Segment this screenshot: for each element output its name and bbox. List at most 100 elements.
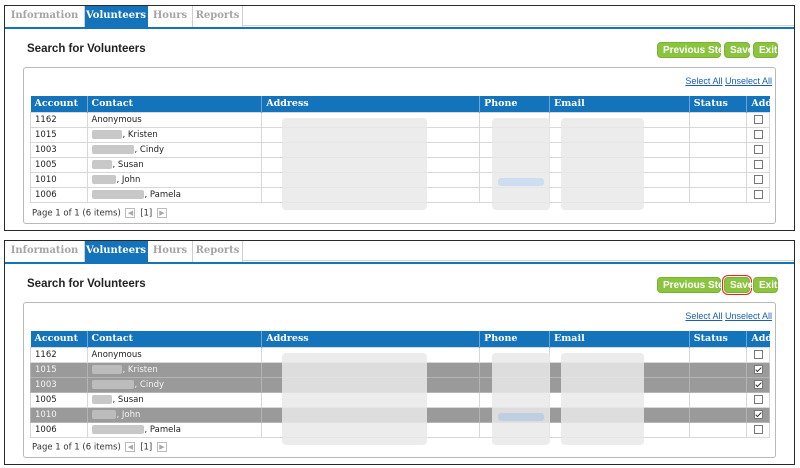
tab-information[interactable]: Information (5, 241, 85, 263)
add-checkbox[interactable] (753, 380, 763, 389)
column-header[interactable]: Contact (86, 96, 262, 112)
add-checkbox[interactable] (753, 410, 763, 419)
tab-spacer (243, 6, 794, 26)
page-content: Search for Volunteers Previous Step Save… (5, 29, 794, 230)
tab-hours[interactable]: Hours (148, 241, 193, 263)
add-checkbox[interactable] (753, 395, 763, 404)
exit-button[interactable]: Exit (753, 277, 778, 293)
column-header[interactable]: Address (261, 96, 480, 112)
chevron-left-icon[interactable]: ◀ (125, 441, 136, 452)
pager-summary: Page 1 of 1 (6 items) (32, 442, 121, 452)
add-checkbox[interactable] (753, 350, 763, 359)
redacted-email-block (561, 353, 644, 445)
column-header[interactable]: Email (549, 331, 690, 347)
status-cell (688, 141, 748, 158)
tab-volunteers[interactable]: Volunteers (85, 241, 148, 263)
add-cell (746, 171, 770, 188)
tab-reports[interactable]: Reports (193, 6, 243, 28)
add-cell (746, 376, 770, 393)
add-checkbox[interactable] (753, 145, 763, 154)
contact-name: , Kristen (122, 364, 158, 375)
pager-current-page[interactable]: [1] (140, 442, 152, 452)
add-cell (746, 391, 770, 408)
volunteer-search-panel: Information Volunteers Hours Reports Sea… (4, 5, 795, 231)
status-cell (688, 156, 748, 173)
status-cell (688, 346, 748, 363)
unselect-all-link[interactable]: Unselect All (725, 76, 772, 86)
contact-name: , Susan (112, 394, 144, 405)
add-cell (746, 141, 770, 158)
exit-button[interactable]: Exit (753, 42, 778, 58)
unselect-all-link[interactable]: Unselect All (725, 311, 772, 321)
column-header[interactable]: Phone (479, 96, 550, 112)
previous-step-button[interactable]: Previous Step (657, 277, 730, 293)
tab-spacer (243, 241, 794, 261)
chevron-left-icon[interactable]: ◀ (125, 207, 136, 218)
add-cell (746, 346, 770, 363)
contact-cell: , Susan (86, 391, 263, 408)
contact-cell: , John (86, 171, 263, 188)
redacted-surname (91, 424, 144, 434)
add-checkbox[interactable] (753, 130, 763, 139)
redacted-phone-block (492, 118, 550, 210)
account-cell: 1162 (30, 346, 88, 363)
column-header[interactable]: Status (688, 331, 747, 347)
tab-hours[interactable]: Hours (148, 6, 193, 28)
contact-name: , Cindy (134, 144, 165, 155)
column-header[interactable]: Account (30, 331, 88, 347)
pager-summary: Page 1 of 1 (6 items) (32, 208, 121, 218)
add-checkbox[interactable] (753, 425, 763, 434)
redacted-surname (91, 379, 134, 389)
redacted-surname (91, 174, 116, 184)
contact-cell: Anonymous (86, 346, 263, 363)
redacted-phone-highlight (498, 413, 544, 421)
account-cell: 1005 (30, 156, 88, 173)
contact-cell: , Susan (86, 156, 263, 173)
select-all-link[interactable]: Select All (685, 311, 722, 321)
tab-reports[interactable]: Reports (193, 241, 243, 263)
contact-name: , Susan (112, 159, 144, 170)
page-title: Search for Volunteers (27, 278, 146, 290)
contact-cell: , John (86, 406, 263, 423)
redacted-surname (91, 364, 122, 374)
redacted-email-block (561, 118, 644, 210)
selection-links: Select All Unselect All (685, 76, 772, 86)
contact-cell: , Kristen (86, 361, 263, 378)
account-cell: 1010 (30, 171, 88, 188)
tab-volunteers[interactable]: Volunteers (85, 6, 148, 28)
add-checkbox[interactable] (753, 175, 763, 184)
pager-current-page[interactable]: [1] (140, 208, 152, 218)
status-cell (688, 391, 748, 408)
add-checkbox[interactable] (753, 190, 763, 199)
status-cell (688, 406, 748, 423)
column-header[interactable]: Add (746, 331, 772, 347)
redacted-surname (91, 144, 134, 154)
redacted-surname (91, 189, 144, 199)
status-cell (688, 421, 748, 438)
chevron-right-icon[interactable]: ▶ (156, 441, 167, 452)
column-header[interactable]: Address (261, 331, 480, 347)
column-header[interactable]: Contact (86, 331, 262, 347)
select-all-link[interactable]: Select All (685, 76, 722, 86)
add-checkbox[interactable] (753, 365, 763, 374)
save-button[interactable]: Save (724, 277, 753, 293)
account-cell: 1005 (30, 391, 88, 408)
account-cell: 1006 (30, 186, 88, 203)
column-header[interactable]: Email (549, 96, 690, 112)
add-cell (746, 186, 770, 203)
pager: Page 1 of 1 (6 items) ◀ [1] ▶ (32, 441, 169, 452)
account-cell: 1015 (30, 126, 88, 143)
volunteer-grid: Select All Unselect All Account Contact Ad… (23, 67, 776, 224)
redacted-address-block (282, 118, 427, 210)
add-cell (746, 111, 770, 128)
chevron-right-icon[interactable]: ▶ (156, 207, 167, 218)
column-header[interactable]: Status (688, 96, 747, 112)
column-header[interactable]: Add (746, 96, 772, 112)
tab-information[interactable]: Information (5, 6, 85, 28)
column-header[interactable]: Account (30, 96, 88, 112)
save-button[interactable]: Save (724, 42, 753, 58)
add-checkbox[interactable] (753, 160, 763, 169)
previous-step-button[interactable]: Previous Step (657, 42, 730, 58)
add-checkbox[interactable] (753, 115, 763, 124)
column-header[interactable]: Phone (479, 331, 550, 347)
